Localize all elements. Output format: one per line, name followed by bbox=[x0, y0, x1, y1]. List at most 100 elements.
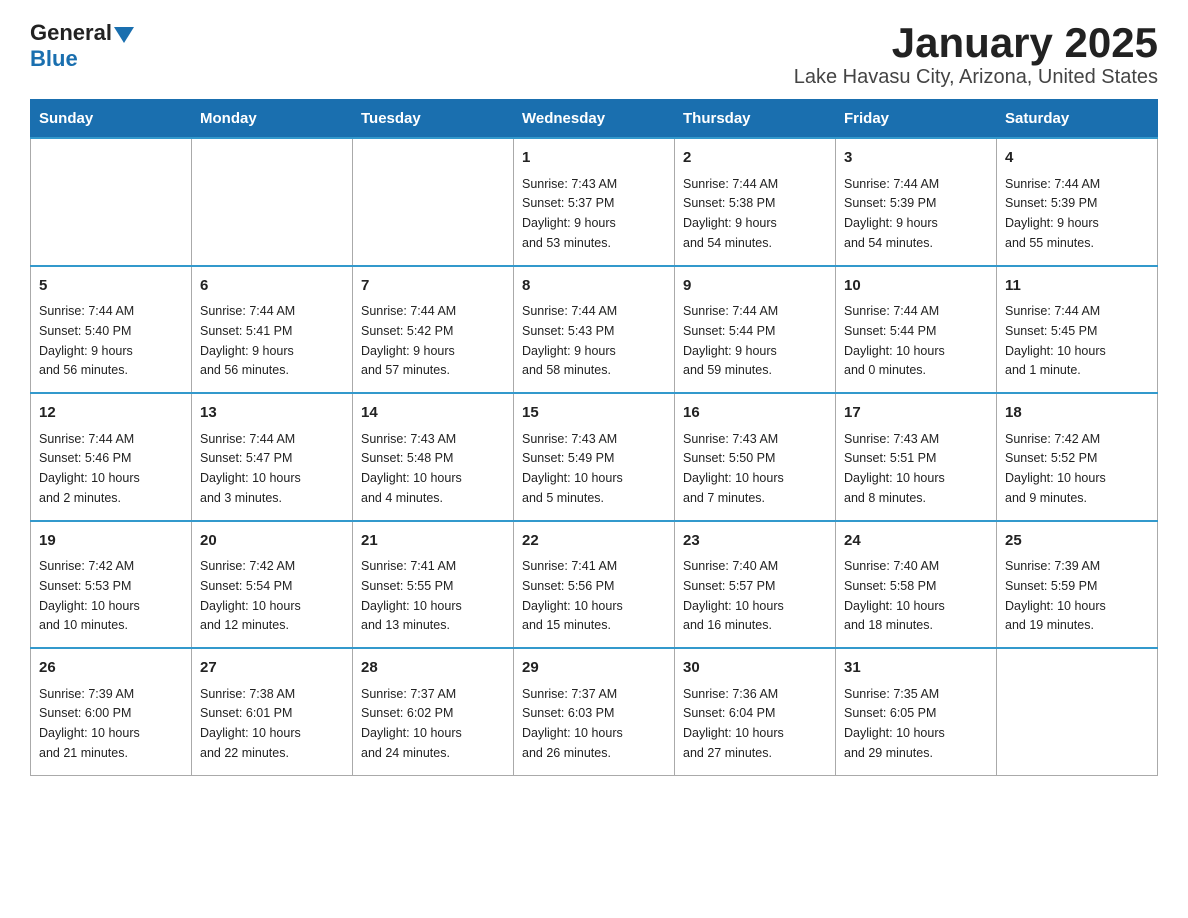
day-info: Sunrise: 7:42 AMSunset: 5:53 PMDaylight:… bbox=[39, 559, 140, 632]
day-number: 19 bbox=[39, 530, 183, 553]
day-number: 10 bbox=[844, 275, 988, 298]
day-number: 13 bbox=[200, 402, 344, 425]
day-info: Sunrise: 7:44 AMSunset: 5:42 PMDaylight:… bbox=[361, 304, 456, 377]
calendar-day-cell: 30Sunrise: 7:36 AMSunset: 6:04 PMDayligh… bbox=[675, 648, 836, 775]
day-info: Sunrise: 7:40 AMSunset: 5:58 PMDaylight:… bbox=[844, 559, 945, 632]
calendar-day-cell: 3 Sunrise: 7:44 AMSunset: 5:39 PMDaylight… bbox=[836, 138, 997, 266]
calendar-day-cell: 20 Sunrise: 7:42 AMSunset: 5:54 PMDayligh… bbox=[192, 521, 353, 649]
day-number: 3 bbox=[844, 147, 988, 170]
day-info: Sunrise: 7:40 AMSunset: 5:57 PMDaylight:… bbox=[683, 559, 784, 632]
day-info: Sunrise: 7:44 AMSunset: 5:44 PMDaylight:… bbox=[844, 304, 945, 377]
calendar-day-cell: 14 Sunrise: 7:43 AMSunset: 5:48 PMDayligh… bbox=[353, 393, 514, 521]
calendar-day-cell: 28 Sunrise: 7:37 AMSunset: 6:02 PMDayligh… bbox=[353, 648, 514, 775]
day-number: 29 bbox=[522, 657, 666, 680]
day-number: 18 bbox=[1005, 402, 1149, 425]
calendar-week-row: 12 Sunrise: 7:44 AMSunset: 5:46 PMDayligh… bbox=[31, 393, 1158, 521]
logo-general-text: General bbox=[30, 20, 112, 46]
day-number: 8 bbox=[522, 275, 666, 298]
day-number: 25 bbox=[1005, 530, 1149, 553]
calendar-day-cell: 24 Sunrise: 7:40 AMSunset: 5:58 PMDayligh… bbox=[836, 521, 997, 649]
calendar-day-cell: 8 Sunrise: 7:44 AMSunset: 5:43 PMDaylight… bbox=[514, 266, 675, 394]
day-number: 7 bbox=[361, 275, 505, 298]
day-number: 28 bbox=[361, 657, 505, 680]
day-number: 24 bbox=[844, 530, 988, 553]
day-info: Sunrise: 7:35 AMSunset: 6:05 PMDaylight:… bbox=[844, 687, 945, 760]
calendar-day-cell: 15Sunrise: 7:43 AMSunset: 5:49 PMDayligh… bbox=[514, 393, 675, 521]
day-info: Sunrise: 7:43 AMSunset: 5:51 PMDaylight:… bbox=[844, 432, 945, 505]
calendar-header-row: Sunday Monday Tuesday Wednesday Thursday… bbox=[31, 100, 1158, 139]
day-info: Sunrise: 7:39 AMSunset: 5:59 PMDaylight:… bbox=[1005, 559, 1106, 632]
day-info: Sunrise: 7:43 AMSunset: 5:48 PMDaylight:… bbox=[361, 432, 462, 505]
calendar-day-cell: 16Sunrise: 7:43 AMSunset: 5:50 PMDayligh… bbox=[675, 393, 836, 521]
day-info: Sunrise: 7:44 AMSunset: 5:46 PMDaylight:… bbox=[39, 432, 140, 505]
calendar-day-cell: 18Sunrise: 7:42 AMSunset: 5:52 PMDayligh… bbox=[997, 393, 1158, 521]
day-info: Sunrise: 7:44 AMSunset: 5:38 PMDaylight:… bbox=[683, 177, 778, 250]
day-info: Sunrise: 7:44 AMSunset: 5:47 PMDaylight:… bbox=[200, 432, 301, 505]
day-info: Sunrise: 7:43 AMSunset: 5:49 PMDaylight:… bbox=[522, 432, 623, 505]
day-number: 27 bbox=[200, 657, 344, 680]
calendar-day-cell: 11 Sunrise: 7:44 AMSunset: 5:45 PMDayligh… bbox=[997, 266, 1158, 394]
calendar-day-cell: 9 Sunrise: 7:44 AMSunset: 5:44 PMDaylight… bbox=[675, 266, 836, 394]
day-number: 4 bbox=[1005, 147, 1149, 170]
day-number: 26 bbox=[39, 657, 183, 680]
calendar-week-row: 5Sunrise: 7:44 AMSunset: 5:40 PMDaylight… bbox=[31, 266, 1158, 394]
day-number: 11 bbox=[1005, 275, 1149, 298]
calendar-title: January 2025 bbox=[794, 20, 1158, 66]
calendar-day-cell: 25 Sunrise: 7:39 AMSunset: 5:59 PMDayligh… bbox=[997, 521, 1158, 649]
day-info: Sunrise: 7:39 AMSunset: 6:00 PMDaylight:… bbox=[39, 687, 140, 760]
day-info: Sunrise: 7:41 AMSunset: 5:55 PMDaylight:… bbox=[361, 559, 462, 632]
calendar-day-cell bbox=[997, 648, 1158, 775]
header-saturday: Saturday bbox=[997, 100, 1158, 139]
day-info: Sunrise: 7:44 AMSunset: 5:41 PMDaylight:… bbox=[200, 304, 295, 377]
header-tuesday: Tuesday bbox=[353, 100, 514, 139]
day-number: 9 bbox=[683, 275, 827, 298]
day-number: 23 bbox=[683, 530, 827, 553]
calendar-day-cell: 12 Sunrise: 7:44 AMSunset: 5:46 PMDayligh… bbox=[31, 393, 192, 521]
header-wednesday: Wednesday bbox=[514, 100, 675, 139]
day-number: 14 bbox=[361, 402, 505, 425]
calendar-day-cell: 23 Sunrise: 7:40 AMSunset: 5:57 PMDayligh… bbox=[675, 521, 836, 649]
day-number: 1 bbox=[522, 147, 666, 170]
day-number: 12 bbox=[39, 402, 183, 425]
calendar-day-cell: 10 Sunrise: 7:44 AMSunset: 5:44 PMDayligh… bbox=[836, 266, 997, 394]
calendar-week-row: 19 Sunrise: 7:42 AMSunset: 5:53 PMDayligh… bbox=[31, 521, 1158, 649]
day-info: Sunrise: 7:44 AMSunset: 5:39 PMDaylight:… bbox=[844, 177, 939, 250]
calendar-day-cell: 27Sunrise: 7:38 AMSunset: 6:01 PMDayligh… bbox=[192, 648, 353, 775]
calendar-table: Sunday Monday Tuesday Wednesday Thursday… bbox=[30, 99, 1158, 776]
day-number: 17 bbox=[844, 402, 988, 425]
calendar-day-cell: 1 Sunrise: 7:43 AMSunset: 5:37 PMDaylight… bbox=[514, 138, 675, 266]
calendar-day-cell: 26 Sunrise: 7:39 AMSunset: 6:00 PMDayligh… bbox=[31, 648, 192, 775]
page-header: General Blue January 2025 Lake Havasu Ci… bbox=[30, 20, 1158, 89]
calendar-day-cell: 31 Sunrise: 7:35 AMSunset: 6:05 PMDayligh… bbox=[836, 648, 997, 775]
day-info: Sunrise: 7:41 AMSunset: 5:56 PMDaylight:… bbox=[522, 559, 623, 632]
title-block: January 2025 Lake Havasu City, Arizona, … bbox=[794, 20, 1158, 89]
calendar-location: Lake Havasu City, Arizona, United States bbox=[794, 66, 1158, 89]
day-info: Sunrise: 7:44 AMSunset: 5:43 PMDaylight:… bbox=[522, 304, 617, 377]
logo-blue-text: Blue bbox=[30, 46, 78, 72]
day-info: Sunrise: 7:37 AMSunset: 6:03 PMDaylight:… bbox=[522, 687, 623, 760]
header-sunday: Sunday bbox=[31, 100, 192, 139]
calendar-day-cell: 22Sunrise: 7:41 AMSunset: 5:56 PMDayligh… bbox=[514, 521, 675, 649]
calendar-day-cell: 21 Sunrise: 7:41 AMSunset: 5:55 PMDayligh… bbox=[353, 521, 514, 649]
day-info: Sunrise: 7:37 AMSunset: 6:02 PMDaylight:… bbox=[361, 687, 462, 760]
day-info: Sunrise: 7:44 AMSunset: 5:45 PMDaylight:… bbox=[1005, 304, 1106, 377]
day-number: 21 bbox=[361, 530, 505, 553]
calendar-day-cell bbox=[31, 138, 192, 266]
day-info: Sunrise: 7:43 AMSunset: 5:50 PMDaylight:… bbox=[683, 432, 784, 505]
day-number: 5 bbox=[39, 275, 183, 298]
calendar-day-cell: 29 Sunrise: 7:37 AMSunset: 6:03 PMDayligh… bbox=[514, 648, 675, 775]
day-info: Sunrise: 7:43 AMSunset: 5:37 PMDaylight:… bbox=[522, 177, 617, 250]
calendar-day-cell: 17 Sunrise: 7:43 AMSunset: 5:51 PMDayligh… bbox=[836, 393, 997, 521]
day-number: 31 bbox=[844, 657, 988, 680]
calendar-day-cell: 2Sunrise: 7:44 AMSunset: 5:38 PMDaylight… bbox=[675, 138, 836, 266]
day-info: Sunrise: 7:36 AMSunset: 6:04 PMDaylight:… bbox=[683, 687, 784, 760]
calendar-day-cell: 13 Sunrise: 7:44 AMSunset: 5:47 PMDayligh… bbox=[192, 393, 353, 521]
day-info: Sunrise: 7:42 AMSunset: 5:54 PMDaylight:… bbox=[200, 559, 301, 632]
calendar-day-cell: 5Sunrise: 7:44 AMSunset: 5:40 PMDaylight… bbox=[31, 266, 192, 394]
day-info: Sunrise: 7:44 AMSunset: 5:44 PMDaylight:… bbox=[683, 304, 778, 377]
calendar-day-cell: 19 Sunrise: 7:42 AMSunset: 5:53 PMDayligh… bbox=[31, 521, 192, 649]
header-friday: Friday bbox=[836, 100, 997, 139]
day-number: 20 bbox=[200, 530, 344, 553]
header-monday: Monday bbox=[192, 100, 353, 139]
calendar-day-cell: 6Sunrise: 7:44 AMSunset: 5:41 PMDaylight… bbox=[192, 266, 353, 394]
